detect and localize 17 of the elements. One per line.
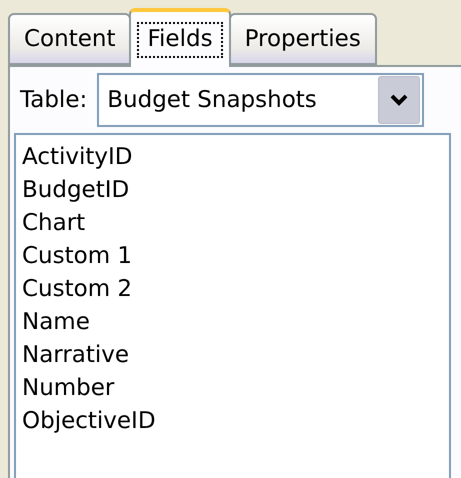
table-label: Table: (20, 87, 88, 113)
tab[interactable]: Fields (129, 8, 231, 67)
field-item[interactable]: Name (22, 306, 449, 339)
field-item[interactable]: Custom 1 (22, 240, 449, 273)
field-item[interactable]: ActivityID (22, 141, 449, 174)
field-item[interactable]: Custom 2 (22, 273, 449, 306)
field-item[interactable]: ObjectiveID (22, 405, 449, 438)
dropdown-button[interactable] (378, 76, 420, 124)
field-item[interactable]: Chart (22, 207, 449, 240)
chevron-down-icon (390, 94, 408, 106)
field-item[interactable]: BudgetID (22, 174, 449, 207)
field-item[interactable]: Number (22, 372, 449, 405)
table-dropdown[interactable]: Budget Snapshots (97, 73, 424, 127)
tab[interactable]: Content (8, 13, 132, 65)
field-list[interactable]: ActivityID BudgetID Chart Custom 1 Custom 2 Name Narrative Number ObjectiveID (14, 133, 451, 478)
tab[interactable]: Properties (228, 13, 377, 65)
field-item[interactable]: Narrative (22, 339, 449, 372)
